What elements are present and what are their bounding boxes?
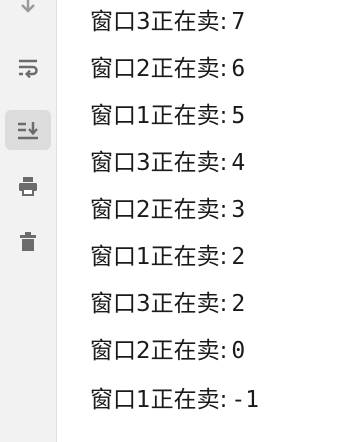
console-line: 窗口2正在卖: 0 <box>90 331 245 371</box>
console-line: 窗口1正在卖: 2 <box>90 237 245 277</box>
console-toolbar <box>0 0 57 442</box>
console-line-label: 窗口3正在卖: <box>90 9 228 35</box>
console-line-label: 窗口2正在卖: <box>90 197 228 223</box>
console-line-value: 7 <box>231 9 246 35</box>
print-button[interactable] <box>5 166 51 206</box>
console-line-label: 窗口1正在卖: <box>90 387 228 413</box>
print-icon <box>19 177 37 196</box>
console-line-value: 6 <box>231 56 246 82</box>
console-line: 窗口1正在卖: 5 <box>90 96 245 136</box>
console-line-value: 0 <box>231 338 246 364</box>
soft-wrap-button[interactable] <box>5 47 51 87</box>
scroll-to-end-button[interactable] <box>5 110 51 150</box>
console-line: 窗口3正在卖: 2 <box>90 284 245 324</box>
console-line-value: -1 <box>231 387 260 413</box>
scroll-to-end-icon <box>18 122 38 140</box>
console-line: 窗口3正在卖: 7 <box>90 2 245 42</box>
console-line: 窗口3正在卖: 4 <box>90 143 245 183</box>
clear-trash-icon <box>20 232 36 251</box>
console-line-label: 窗口2正在卖: <box>90 338 228 364</box>
console-line-value: 3 <box>231 197 246 223</box>
scroll-down-arrow-icon <box>21 0 35 13</box>
console-line-value: 5 <box>231 103 246 129</box>
console-line: 窗口2正在卖: 6 <box>90 49 245 89</box>
console-line-label: 窗口1正在卖: <box>90 244 228 270</box>
scroll-down-button[interactable] <box>5 0 51 26</box>
console-line-label: 窗口3正在卖: <box>90 150 228 176</box>
clear-console-button[interactable] <box>5 222 51 262</box>
console-line: 窗口2正在卖: 3 <box>90 190 245 230</box>
console-line-label: 窗口2正在卖: <box>90 56 228 82</box>
console-line-value: 2 <box>231 291 246 317</box>
console-line-label: 窗口3正在卖: <box>90 291 228 317</box>
console-line: 窗口1正在卖: -1 <box>90 380 259 420</box>
console-line-label: 窗口1正在卖: <box>90 103 228 129</box>
soft-wrap-icon <box>19 59 38 78</box>
console-line-value: 2 <box>231 244 246 270</box>
console-line-value: 4 <box>231 150 246 176</box>
run-console: 窗口3正在卖: 7 窗口2正在卖: 6 窗口1正在卖: 5 窗口3正在卖: 4 窗口2正… <box>0 0 356 442</box>
